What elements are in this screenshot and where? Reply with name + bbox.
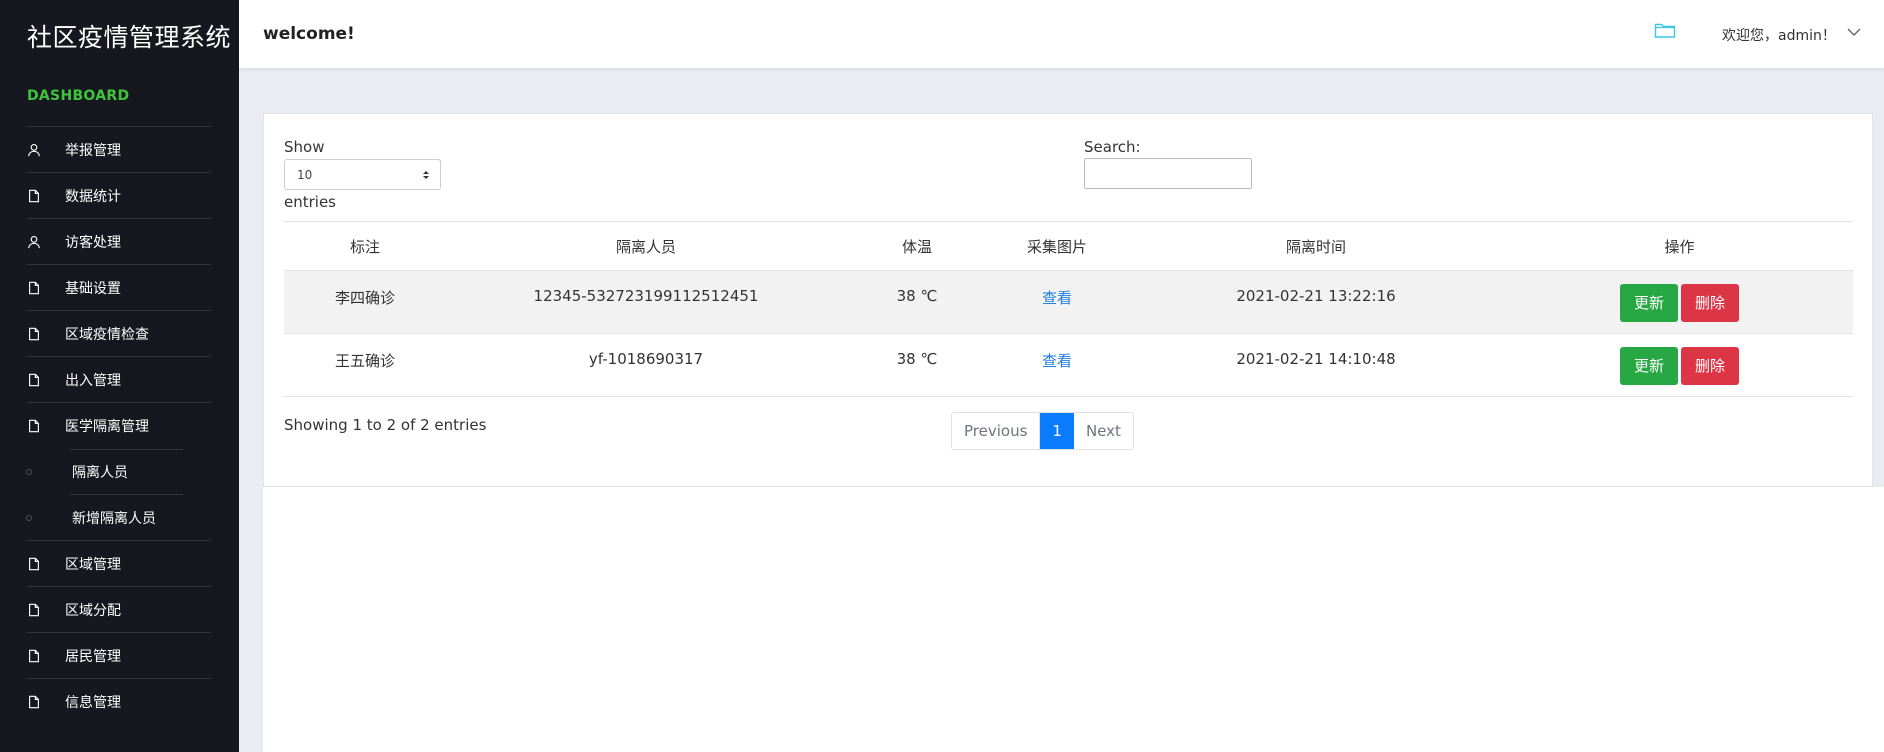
file-icon [27, 189, 65, 203]
content-blank-area [263, 487, 1884, 752]
column-header[interactable]: 体温 [846, 221, 988, 271]
sidebar-item-label: 居民管理 [65, 648, 121, 665]
circle-bullet-icon [26, 514, 32, 521]
sidebar-item-label: 出入管理 [65, 372, 121, 389]
file-icon [27, 649, 65, 663]
table-info: Showing 1 to 2 of 2 entries [284, 416, 487, 434]
view-image-link[interactable]: 查看 [1042, 289, 1072, 307]
search-label: Search: [1084, 138, 1141, 156]
sidebar-item-report[interactable]: 举报管理 [27, 127, 211, 173]
page-size-select[interactable]: 10 [284, 159, 441, 190]
next-page-button[interactable]: Next [1073, 413, 1133, 449]
previous-page-button[interactable]: Previous [952, 413, 1041, 449]
user-menu[interactable]: 欢迎您，admin！ [1722, 25, 1836, 45]
delete-button[interactable]: 删除 [1681, 284, 1739, 322]
sidebar-item-area[interactable]: 区域管理 [27, 541, 211, 587]
sidebar-item-visitor[interactable]: 访客处理 [27, 219, 211, 265]
delete-button[interactable]: 删除 [1681, 347, 1739, 385]
table-row: 王五确诊 yf-1018690317 38 ℃ 查看 2021-02-21 14… [284, 333, 1853, 397]
sidebar-item-label: 区域分配 [65, 602, 121, 619]
sidebar-item-basic-settings[interactable]: 基础设置 [27, 265, 211, 311]
cell-temp: 38 ℃ [846, 270, 988, 334]
sidebar-item-area-assign[interactable]: 区域分配 [27, 587, 211, 633]
user-icon [27, 143, 65, 157]
file-icon [27, 695, 65, 709]
quarantine-table: 标注 隔离人员 体温 采集图片 隔离时间 操作 李四确诊 12345-53272… [284, 221, 1853, 397]
column-header[interactable]: 隔离时间 [1126, 221, 1506, 271]
sidebar: 社区疫情管理系统 DASHBOARD 举报管理 数据统计 访客处理 基础设置 区… [0, 0, 239, 752]
cell-person: yf-1018690317 [446, 333, 846, 397]
column-header[interactable]: 操作 [1506, 221, 1853, 271]
table-row: 李四确诊 12345-532723199112512451 38 ℃ 查看 20… [284, 270, 1853, 334]
search-input[interactable] [1084, 158, 1252, 189]
sidebar-item-quarantine[interactable]: 医学隔离管理 [27, 403, 211, 449]
cell-person: 12345-532723199112512451 [446, 270, 846, 334]
sidebar-item-label: 基础设置 [65, 280, 121, 297]
sidebar-item-label: 访客处理 [65, 234, 121, 251]
cell-mark: 李四确诊 [284, 270, 446, 334]
chevron-down-icon[interactable] [1846, 26, 1862, 38]
circle-bullet-icon [26, 469, 32, 475]
sidebar-item-label: 举报管理 [65, 142, 121, 159]
column-header[interactable]: 标注 [284, 221, 446, 271]
pagination: Previous 1 Next [951, 412, 1134, 450]
dashboard-label[interactable]: DASHBOARD [27, 88, 129, 104]
top-header: welcome! 欢迎您，admin！ [239, 0, 1884, 69]
sidebar-item-label: 区域管理 [65, 556, 121, 573]
view-image-link[interactable]: 查看 [1042, 352, 1072, 370]
page-1-button[interactable]: 1 [1040, 413, 1074, 449]
page-size-value: 10 [297, 167, 313, 182]
file-icon [27, 281, 65, 295]
sidebar-item-info[interactable]: 信息管理 [27, 679, 211, 725]
cell-time: 2021-02-21 13:22:16 [1126, 270, 1506, 334]
sidebar-nav: 举报管理 数据统计 访客处理 基础设置 区域疫情检查 出入管理 医学隔离管理 隔… [26, 126, 211, 725]
show-label: Show [284, 138, 325, 156]
cell-temp: 38 ℃ [846, 333, 988, 397]
cell-time: 2021-02-21 14:10:48 [1126, 333, 1506, 397]
file-icon [27, 327, 65, 341]
sidebar-item-label: 信息管理 [65, 695, 121, 711]
sidebar-subitem-add-quarantine[interactable]: 新增隔离人员 [26, 495, 211, 541]
file-icon [27, 373, 65, 387]
file-icon [27, 419, 65, 433]
column-header[interactable]: 隔离人员 [446, 221, 846, 271]
table-header-row: 标注 隔离人员 体温 采集图片 隔离时间 操作 [284, 221, 1853, 271]
sidebar-item-label: 数据统计 [65, 188, 121, 205]
sidebar-subitem-quarantine-people[interactable]: 隔离人员 [26, 449, 211, 495]
sidebar-item-access[interactable]: 出入管理 [27, 357, 211, 403]
sidebar-subitem-label: 隔离人员 [72, 465, 128, 481]
cell-mark: 王五确诊 [284, 333, 446, 397]
sidebar-item-label: 医学隔离管理 [65, 419, 149, 435]
entries-label: entries [284, 193, 336, 211]
sidebar-item-label: 区域疫情检查 [65, 326, 149, 343]
sidebar-item-residents[interactable]: 居民管理 [27, 633, 211, 679]
user-icon [27, 235, 65, 249]
update-button[interactable]: 更新 [1620, 284, 1678, 322]
column-header[interactable]: 采集图片 [988, 221, 1126, 271]
sidebar-item-area-check[interactable]: 区域疫情检查 [27, 311, 211, 357]
sidebar-item-statistics[interactable]: 数据统计 [27, 173, 211, 219]
welcome-text: welcome! [263, 24, 355, 44]
folder-icon[interactable] [1654, 21, 1676, 39]
data-table-card: Show 10 entries Search: 标注 隔离人员 体温 采集图片 … [263, 113, 1873, 487]
update-button[interactable]: 更新 [1620, 347, 1678, 385]
app-title: 社区疫情管理系统 [27, 23, 232, 52]
file-icon [27, 603, 65, 617]
select-caret-icon [423, 171, 429, 179]
sidebar-subitem-label: 新增隔离人员 [72, 510, 156, 527]
file-icon [27, 557, 65, 571]
